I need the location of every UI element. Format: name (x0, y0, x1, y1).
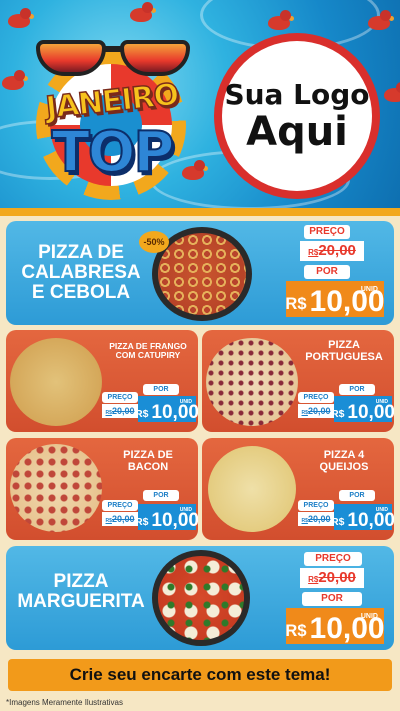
product-name: PIZZA DE FRANGO COM CATUPIRY (109, 341, 187, 360)
new-price: R$ 10,00 UNID (135, 504, 198, 530)
divider-stripe (0, 208, 400, 216)
new-price-label: POR (304, 265, 350, 279)
old-price-label: PREÇO (298, 500, 334, 511)
product-name: PIZZA DE CALABRESA E CEBOLA (21, 242, 141, 303)
disclaimer-note: *Imagens Meramente Ilustrativas (6, 698, 123, 707)
hero-banner: JANEIRO TOP Sua Logo Aqui (0, 0, 400, 208)
product-card-calabresa[interactable]: PIZZA DE CALABRESA E CEBOLA PREÇO R$20,0… (6, 221, 394, 325)
pizza-portuguesa-image (206, 338, 298, 426)
pizza-bacon-image (10, 444, 102, 532)
old-price: R$20,00 (300, 568, 364, 588)
unit-label: UNID (360, 613, 378, 620)
rubber-duck-icon (384, 82, 400, 102)
new-price: R$ 10,00 UNID (285, 281, 385, 317)
cta-banner[interactable]: Crie seu encarte com este tema! (8, 659, 392, 691)
old-price: R$20,00 (300, 241, 364, 261)
rubber-duck-icon (268, 10, 294, 30)
product-name: PIZZA PORTUGUESA (305, 339, 383, 363)
new-price: R$ 10,00 UNID (285, 608, 385, 644)
badge-title-top: TOP (51, 119, 176, 186)
old-price-label: PREÇO (304, 552, 362, 566)
pizza-marguerita-image (158, 556, 244, 640)
product-card-frango[interactable]: PIZZA DE FRANGO COM CATUPIRY PREÇO R$20,… (6, 330, 198, 432)
new-price-label: POR (339, 490, 375, 501)
new-price-label: POR (143, 384, 179, 395)
old-price-label: PREÇO (102, 392, 138, 403)
pizza-frango-image (10, 338, 102, 426)
old-price: R$20,00 (102, 512, 138, 526)
product-card-marguerita[interactable]: PIZZA MARGUERITA PREÇO R$20,00 POR R$ 10,… (6, 546, 394, 650)
janeiro-top-badge: JANEIRO TOP (22, 32, 202, 202)
logo-text-line1: Sua Logo (224, 77, 370, 111)
rubber-duck-icon (130, 2, 156, 22)
logo-text-line2: Aqui (246, 108, 348, 155)
rubber-duck-icon (8, 8, 34, 28)
pizza-calabresa-image (158, 233, 246, 315)
new-price-label: POR (339, 384, 375, 395)
old-price: R$20,00 (298, 404, 334, 418)
product-name: PIZZA MARGUERITA (17, 571, 145, 612)
product-card-portuguesa[interactable]: PIZZA PORTUGUESA PREÇO R$20,00 POR R$ 10,… (202, 330, 394, 432)
pizza-4-queijos-image (208, 446, 296, 532)
new-price-label: POR (143, 490, 179, 501)
discount-badge: -50% (139, 231, 169, 253)
old-price: R$20,00 (102, 404, 138, 418)
new-price-label: POR (302, 592, 362, 606)
new-price: R$ 10,00 UNID (331, 504, 394, 530)
unit-label: UNID (360, 286, 378, 293)
old-price: R$20,00 (298, 512, 334, 526)
product-card-bacon[interactable]: PIZZA DE BACON PREÇO R$20,00 POR R$ 10,00… (6, 438, 198, 540)
new-price: R$ 10,00 UNID (135, 396, 198, 422)
logo-placeholder: Sua Logo Aqui (214, 33, 380, 199)
rubber-duck-icon (368, 10, 394, 30)
product-name: PIZZA 4 QUEIJOS (319, 449, 369, 473)
sunglasses-icon (30, 34, 194, 78)
new-price: R$ 10,00 UNID (331, 396, 394, 422)
old-price-label: PREÇO (298, 392, 334, 403)
product-card-4-queijos[interactable]: PIZZA 4 QUEIJOS PREÇO R$20,00 POR R$ 10,0… (202, 438, 394, 540)
old-price-label: PREÇO (304, 225, 350, 239)
old-price-label: PREÇO (102, 500, 138, 511)
product-name: PIZZA DE BACON (123, 449, 173, 473)
